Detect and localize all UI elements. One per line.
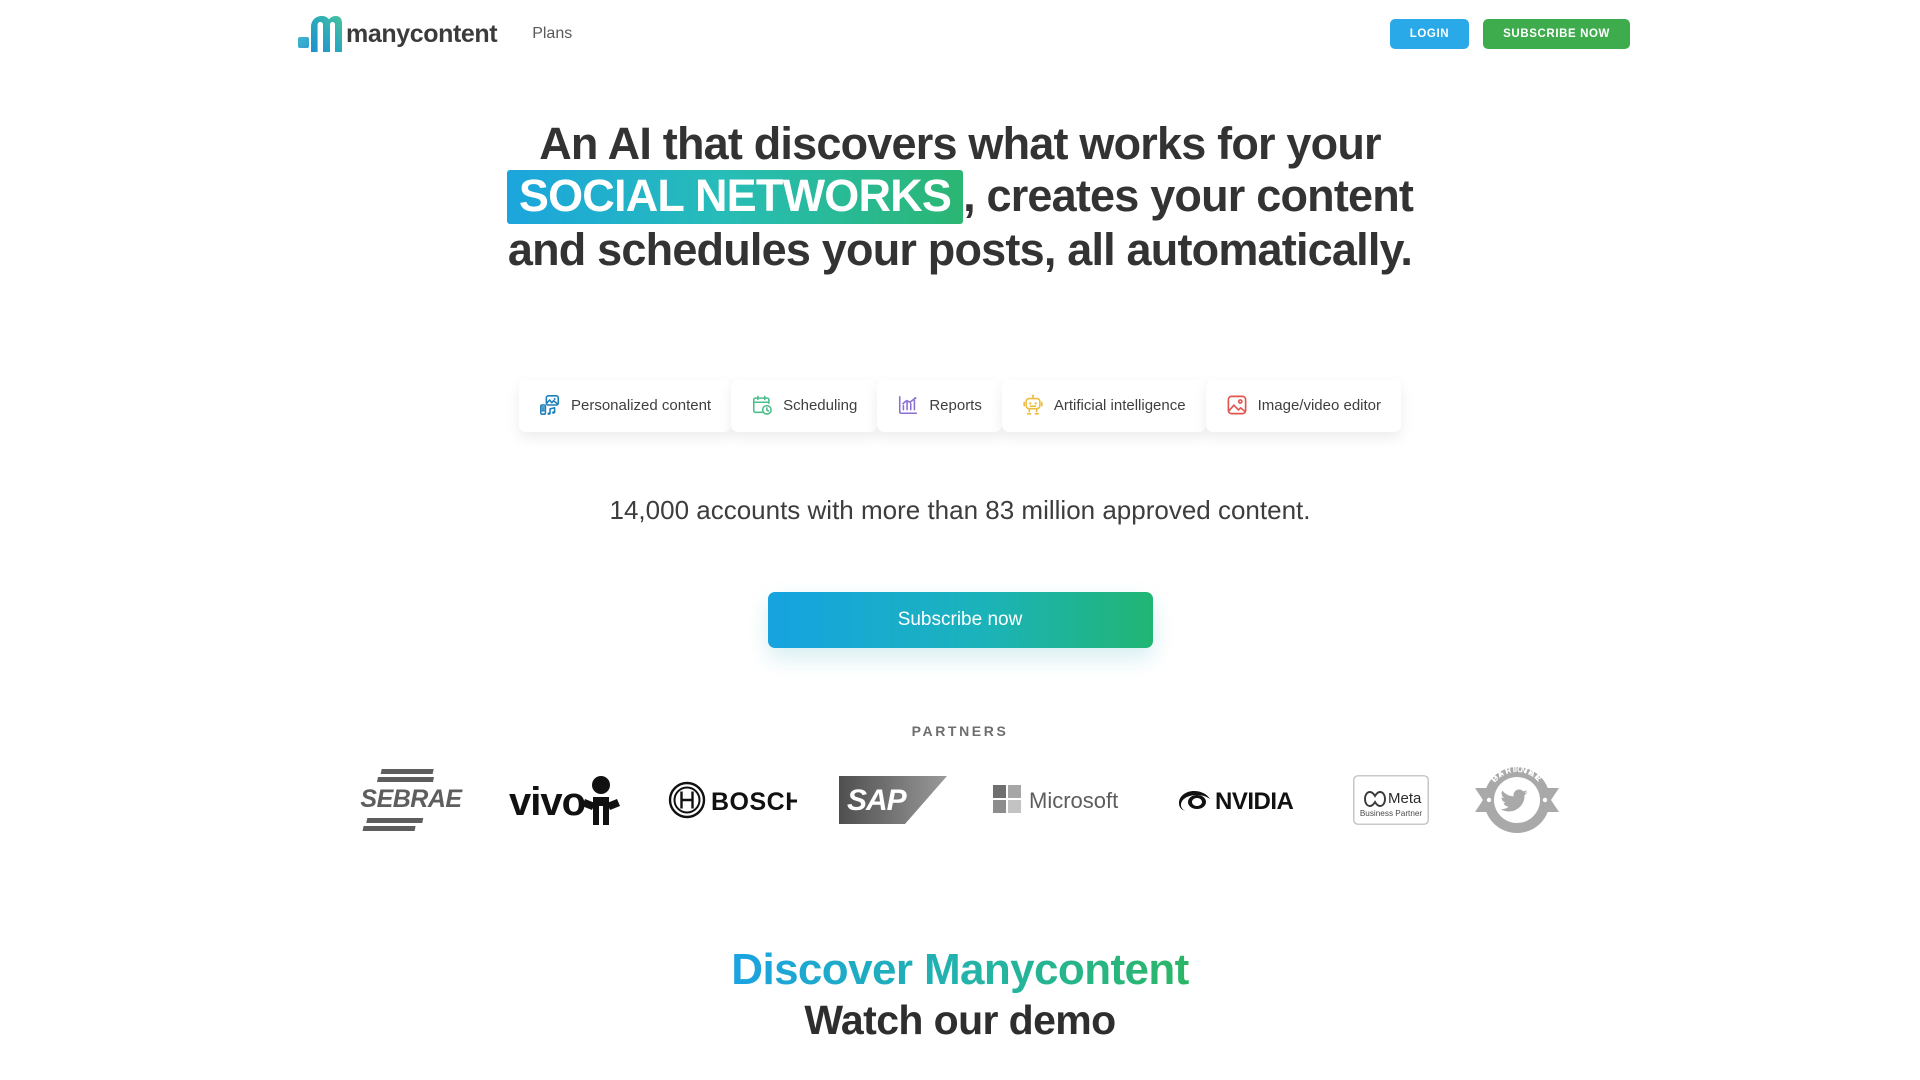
feature-pill-label: Artificial intelligence	[1053, 396, 1186, 414]
partner-logo-vivo: vivo	[507, 755, 625, 845]
demo-title-gradient: Discover Manycontent	[731, 945, 1189, 994]
svg-text:vivo: vivo	[509, 780, 585, 824]
feature-pill-personalized-content[interactable]: Personalized content	[519, 380, 732, 432]
subscribe-now-header-button[interactable]: SUBSCRIBE NOW	[1483, 19, 1630, 49]
feature-pill-label: Scheduling	[783, 396, 858, 414]
svg-text:Business Partner: Business Partner	[1360, 809, 1423, 818]
cta-section: Subscribe now	[0, 592, 1920, 648]
partner-logo-twitter-official: OFFICIAL PARTNER	[1471, 755, 1563, 845]
image-icon	[1226, 394, 1248, 416]
feature-pill-image-video-editor[interactable]: Image/video editor	[1205, 380, 1401, 432]
partner-logo-meta: Meta Business Partner	[1353, 755, 1429, 845]
feature-pill-label: Personalized content	[571, 396, 712, 414]
demo-title-plain: Watch our demo	[804, 997, 1116, 1043]
brand-name: manycontent	[346, 19, 498, 48]
login-button[interactable]: LOGIN	[1389, 19, 1470, 49]
svg-text:Microsoft: Microsoft	[1029, 788, 1118, 813]
manycontent-m-logo-icon	[298, 16, 342, 52]
svg-text:SEBRAE: SEBRAE	[360, 785, 463, 813]
svg-text:NVIDIA: NVIDIA	[1215, 788, 1294, 815]
landing-page: manycontent Plans LOGIN SUBSCRIBE NOW An…	[0, 0, 1920, 1080]
svg-text:SAP: SAP	[847, 784, 908, 817]
partners-heading: PARTNERS	[911, 723, 1009, 739]
page-title: An AI that discovers what works for your…	[0, 118, 1920, 277]
partners-logo-row: SEBRAE vivo BOSCH SAP Microsoft NVIDIA M…	[0, 755, 1920, 845]
partner-logo-sebrae: SEBRAE	[357, 755, 465, 845]
site-header: manycontent Plans LOGIN SUBSCRIBE NOW	[0, 0, 1920, 68]
header-actions: LOGIN SUBSCRIBE NOW	[1389, 19, 1630, 49]
svg-text:BOSCH: BOSCH	[711, 788, 797, 816]
svg-text:Meta: Meta	[1388, 790, 1422, 807]
personalized-content-icon	[539, 394, 561, 416]
feature-pill-list: Personalized content Scheduling Reports …	[0, 380, 1920, 432]
robot-icon	[1022, 394, 1044, 416]
feature-pill-artificial-intelligence[interactable]: Artificial intelligence	[1001, 380, 1206, 432]
partner-logo-bosch: BOSCH	[667, 755, 797, 845]
headline-line-2-rest: , creates your content	[963, 170, 1414, 222]
demo-section: Discover Manycontent Watch our demo	[0, 945, 1920, 1044]
headline-line-3: and schedules your posts, all automatica…	[507, 224, 1413, 276]
nav-plans[interactable]: Plans	[532, 25, 572, 43]
partner-logo-nvidia: NVIDIA	[1175, 755, 1311, 845]
headline-line-2: SOCIAL NETWORKS, creates your content	[0, 170, 1920, 225]
feature-pill-label: Image/video editor	[1257, 396, 1381, 414]
headline-line-1: An AI that discovers what works for your	[539, 118, 1381, 169]
bar-chart-icon	[897, 394, 919, 416]
hero-section: An AI that discovers what works for your…	[0, 118, 1920, 277]
partner-logo-sap: SAP	[839, 755, 949, 845]
headline-highlight: SOCIAL NETWORKS	[506, 170, 964, 225]
calendar-clock-icon	[751, 394, 773, 416]
feature-pill-scheduling[interactable]: Scheduling	[731, 380, 878, 432]
demo-title-gradient-wrap: Discover Manycontent	[0, 945, 1920, 995]
brand-logo[interactable]: manycontent	[298, 16, 498, 52]
feature-pill-label: Reports	[929, 396, 982, 414]
stats-text: 14,000 accounts with more than 83 millio…	[609, 495, 1311, 525]
feature-pill-reports[interactable]: Reports	[877, 380, 1002, 432]
subscribe-now-cta-button[interactable]: Subscribe now	[767, 592, 1153, 648]
partner-logo-microsoft: Microsoft	[991, 755, 1133, 845]
